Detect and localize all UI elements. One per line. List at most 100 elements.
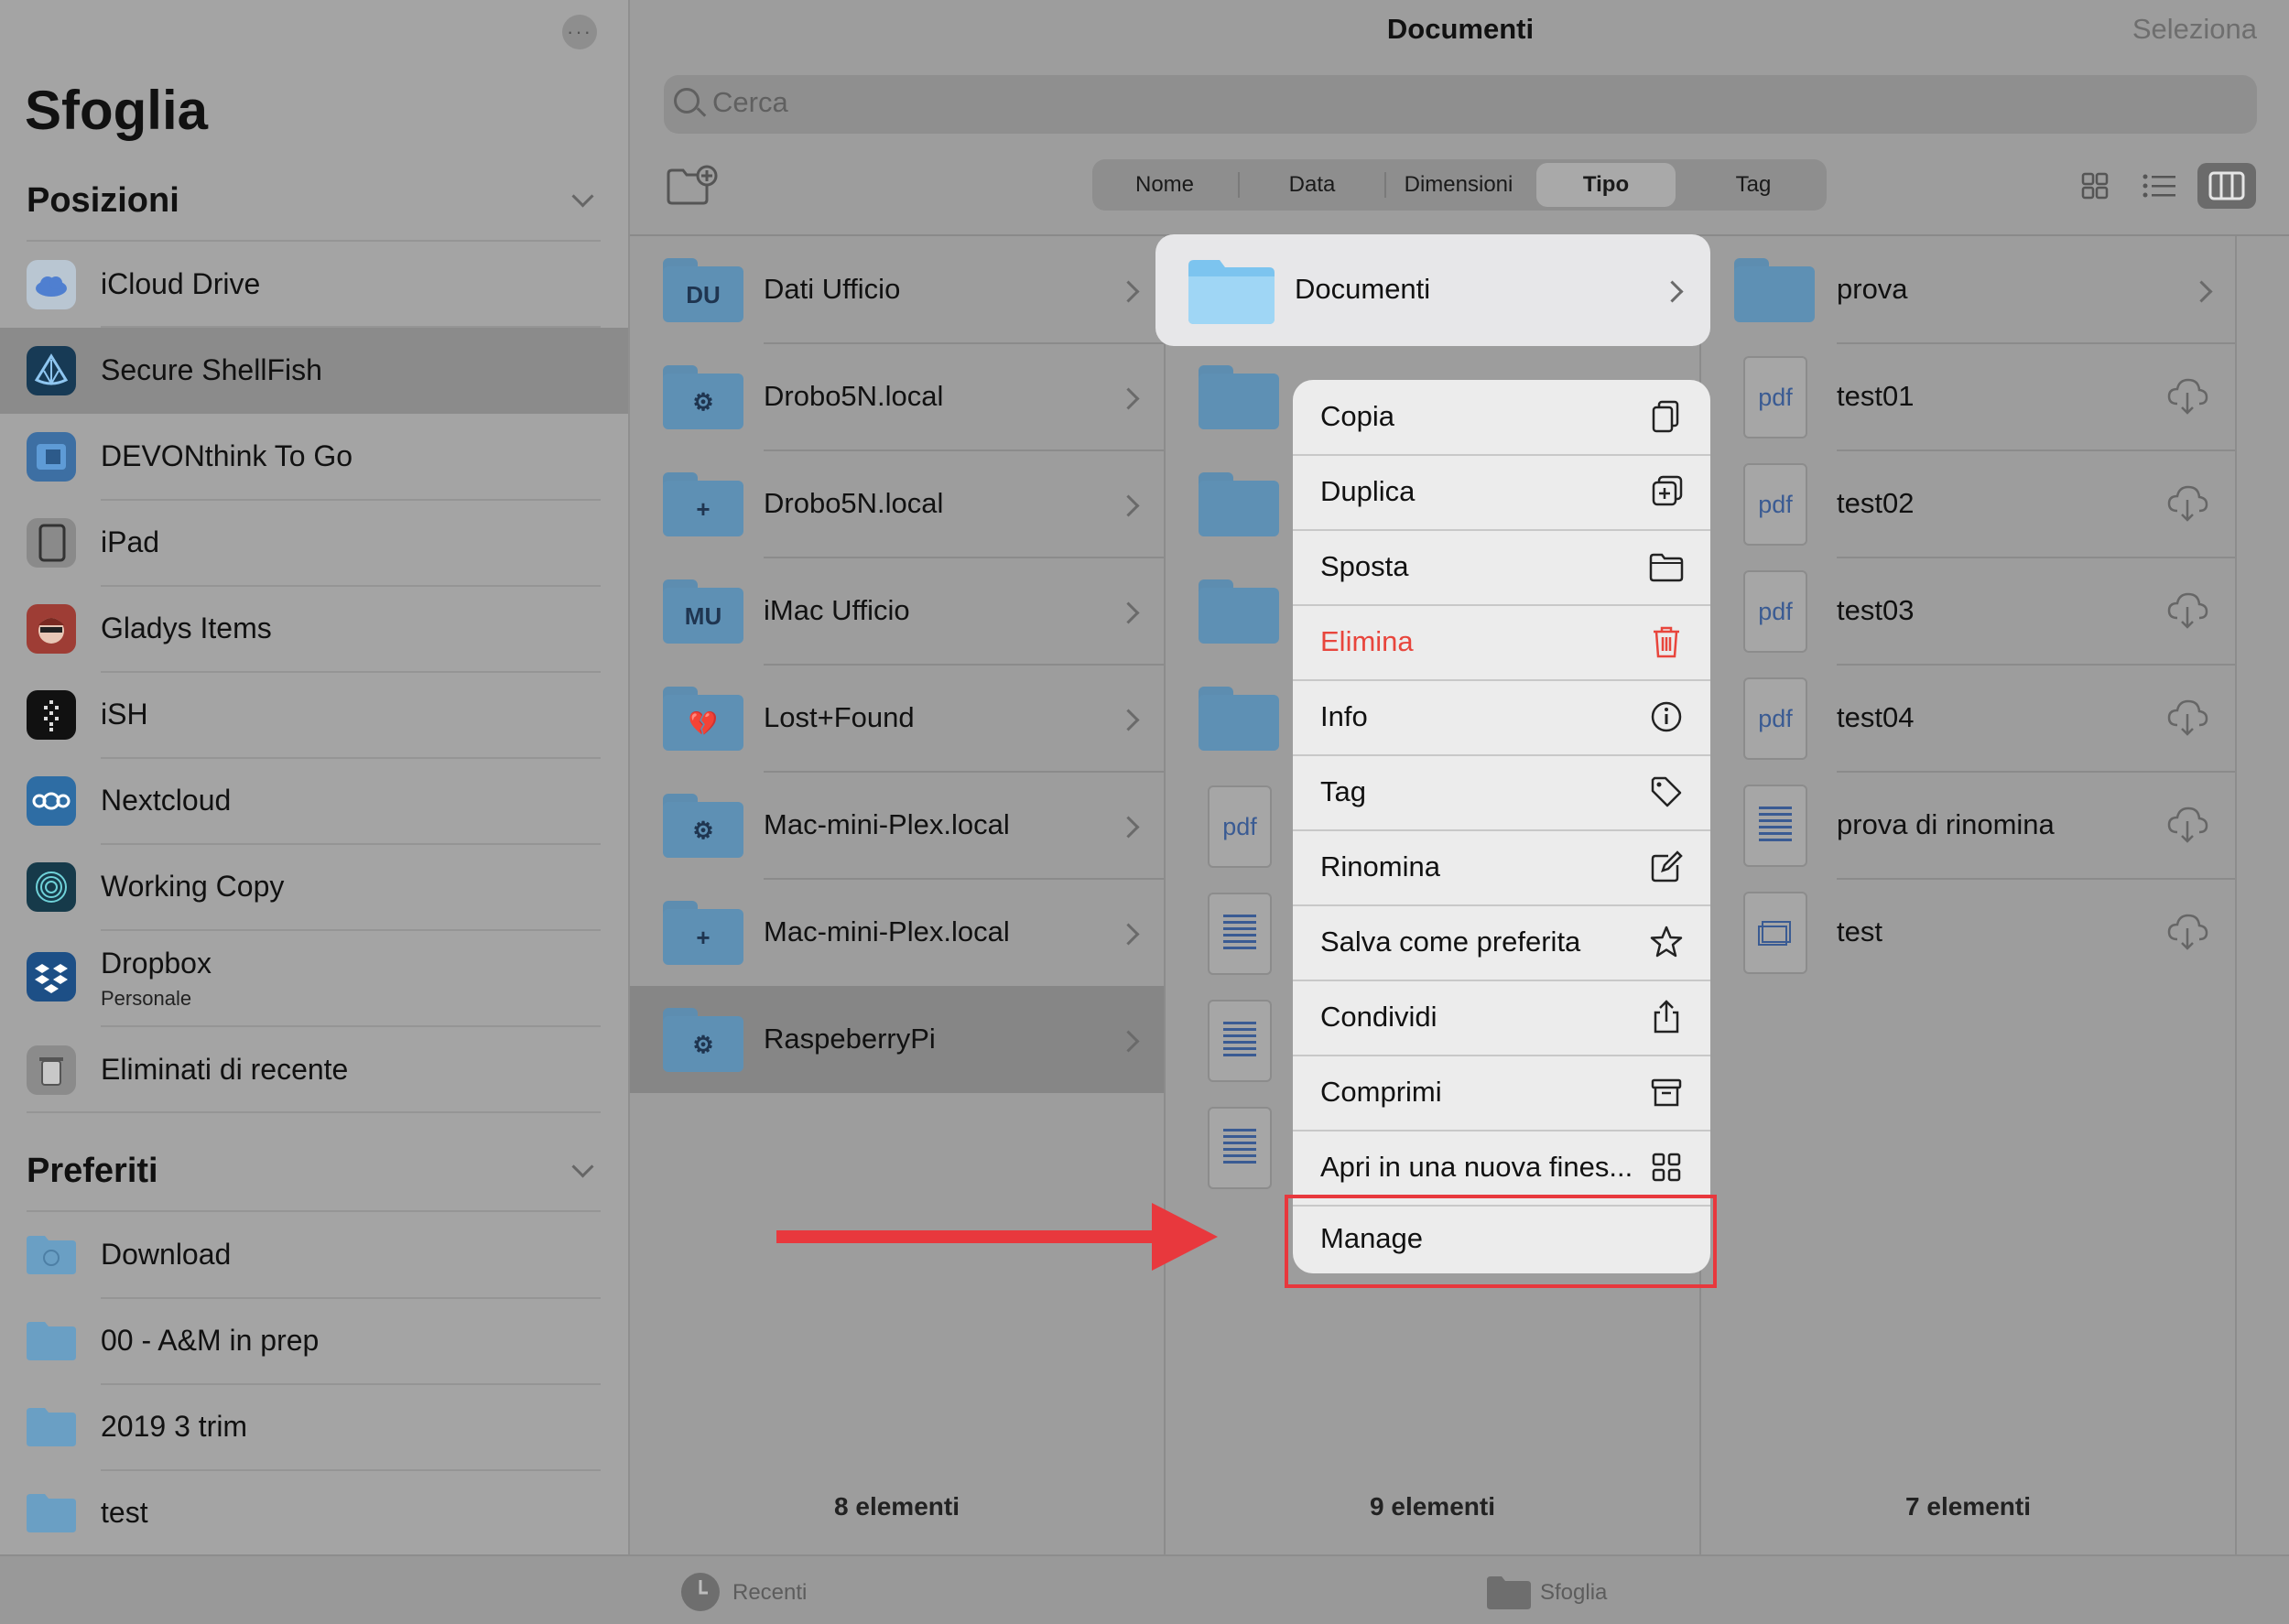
menu-item-delete[interactable]: Elimina [1293, 605, 1710, 679]
sidebar-item-devonthink[interactable]: DEVONthink To Go [0, 414, 628, 500]
list-item[interactable]: test [1701, 879, 2235, 986]
list-item[interactable]: ⚙ Drobo5N.local [630, 343, 1164, 450]
pdf-icon[interactable]: pdf [1208, 785, 1272, 868]
tab-browse[interactable]: Sfoglia [1487, 1571, 1707, 1613]
folder-icon[interactable] [1199, 579, 1279, 644]
section-favorites-header[interactable]: Preferiti [27, 1152, 158, 1191]
nextcloud-icon [27, 776, 76, 826]
sort-by-date[interactable]: Data [1240, 159, 1384, 211]
divider [101, 585, 601, 587]
sidebar-item-label: Secure ShellFish [101, 353, 322, 386]
sidebar-favorite-test[interactable]: test [0, 1470, 628, 1556]
icon-view-button[interactable] [2066, 163, 2124, 209]
chevron-down-icon[interactable] [571, 1155, 594, 1178]
pdf-icon: pdf [1743, 677, 1807, 760]
tab-bar: Recenti Sfoglia [0, 1554, 2289, 1624]
sidebar-item-nextcloud[interactable]: Nextcloud [0, 758, 628, 844]
menu-item-favorite[interactable]: Salva come preferita [1293, 905, 1710, 980]
clock-icon [681, 1573, 720, 1611]
sidebar-item-ish[interactable]: iSH [0, 672, 628, 758]
folder-label: Documenti [1295, 273, 1431, 305]
folder-icon[interactable] [1199, 687, 1279, 751]
folder-icon[interactable] [1199, 365, 1279, 429]
sidebar-item-recently-deleted[interactable]: Eliminati di recente [0, 1027, 628, 1113]
sort-by-type[interactable]: Tipo [1536, 163, 1676, 207]
more-options-button[interactable]: ··· [562, 15, 597, 49]
pdf-icon: pdf [1743, 570, 1807, 653]
menu-item-compress[interactable]: Comprimi [1293, 1056, 1710, 1130]
list-item[interactable]: pdf test04 [1701, 665, 2235, 772]
select-button[interactable]: Seleziona [2106, 13, 2257, 46]
sidebar-item-label: Nextcloud [101, 784, 232, 817]
list-item[interactable]: prova [1701, 236, 2235, 343]
column-view-button[interactable] [2197, 163, 2256, 209]
section-positions-header[interactable]: Posizioni [27, 181, 179, 221]
menu-item-share[interactable]: Condividi [1293, 980, 1710, 1055]
text-doc-icon[interactable] [1208, 893, 1272, 975]
menu-item-move[interactable]: Sposta [1293, 530, 1710, 604]
menu-item-info[interactable]: Info [1293, 680, 1710, 754]
folder-icon[interactable] [1199, 472, 1279, 536]
sidebar-item-secure-shellfish[interactable]: Secure ShellFish [0, 328, 628, 414]
menu-item-tag[interactable]: Tag [1293, 755, 1710, 829]
sidebar-item-ipad[interactable]: iPad [0, 500, 628, 586]
menu-item-rename[interactable]: Rinomina [1293, 830, 1710, 904]
cloud-download-icon[interactable] [2166, 803, 2208, 845]
download-folder-icon [27, 1234, 76, 1274]
list-item[interactable]: + Mac-mini-Plex.local [630, 879, 1164, 986]
tab-recents[interactable]: Recenti [679, 1571, 899, 1613]
sort-by-name[interactable]: Nome [1092, 159, 1237, 211]
grid-icon [1652, 1153, 1681, 1182]
menu-item-duplicate[interactable]: Duplica [1293, 455, 1710, 529]
text-doc-icon[interactable] [1208, 1107, 1272, 1189]
menu-item-copy[interactable]: Copia [1293, 380, 1710, 454]
sidebar-item-label: Working Copy [101, 870, 285, 903]
search-field[interactable] [664, 75, 2257, 134]
sidebar-favorite-am-in-prep[interactable]: 00 - A&M in prep [0, 1298, 628, 1384]
divider [101, 757, 601, 759]
chevron-right-icon [1117, 494, 1140, 517]
list-item[interactable]: MU iMac Ufficio [630, 558, 1164, 665]
cloud-download-icon[interactable] [2166, 482, 2208, 524]
sidebar-item-label: Download [101, 1238, 232, 1271]
sidebar-item-gladys[interactable]: Gladys Items [0, 586, 628, 672]
archive-icon [1651, 1078, 1682, 1107]
annotation-arrow [776, 1230, 1161, 1243]
cloud-download-icon[interactable] [2166, 696, 2208, 738]
new-folder-icon[interactable] [667, 165, 718, 205]
sort-by-tag[interactable]: Tag [1681, 159, 1826, 211]
cloud-download-icon[interactable] [2166, 374, 2208, 417]
folder-icon [27, 1492, 76, 1532]
sidebar-item-working-copy[interactable]: Working Copy [0, 844, 628, 930]
list-item[interactable]: ⚙ Mac-mini-Plex.local [630, 772, 1164, 879]
list-view-button[interactable] [2130, 163, 2188, 209]
sidebar-item-icloud-drive[interactable]: iCloud Drive [0, 242, 628, 328]
divider [27, 1111, 601, 1113]
sidebar-item-label: Dropbox [101, 947, 212, 980]
list-item[interactable]: pdf test01 [1701, 343, 2235, 450]
text-doc-icon[interactable] [1208, 1000, 1272, 1082]
list-item-selected[interactable]: ⚙ RaspeberryPi [630, 986, 1164, 1093]
list-item[interactable]: DU Dati Ufficio [630, 236, 1164, 343]
list-item[interactable]: prova di rinomina [1701, 772, 2235, 879]
menu-item-open-new-window[interactable]: Apri in una nuova fines... [1293, 1131, 1710, 1205]
server-folder-icon: 💔 [663, 687, 743, 751]
sidebar-item-label: 00 - A&M in prep [101, 1324, 320, 1357]
chevron-down-icon[interactable] [571, 185, 594, 208]
list-item[interactable]: pdf test02 [1701, 450, 2235, 558]
highlighted-folder-documenti[interactable]: Documenti [1155, 234, 1710, 346]
list-item[interactable]: + Drobo5N.local [630, 450, 1164, 558]
list-item[interactable]: 💔 Lost+Found [630, 665, 1164, 772]
divider [101, 499, 601, 501]
rename-icon [1651, 850, 1683, 882]
sidebar-favorite-download[interactable]: Download [0, 1212, 628, 1298]
list-item-label: prova di rinomina [1837, 808, 2055, 840]
cloud-download-icon[interactable] [2166, 589, 2208, 631]
list-item[interactable]: pdf test03 [1701, 558, 2235, 665]
sidebar-item-dropbox[interactable]: Dropbox Personale [0, 930, 628, 1025]
server-folder-icon: ⚙ [663, 794, 743, 858]
sort-by-size[interactable]: Dimensioni [1386, 159, 1531, 211]
cloud-download-icon[interactable] [2166, 910, 2208, 952]
share-icon [1654, 1000, 1679, 1034]
sidebar-favorite-2019-3-trim[interactable]: 2019 3 trim [0, 1384, 628, 1470]
